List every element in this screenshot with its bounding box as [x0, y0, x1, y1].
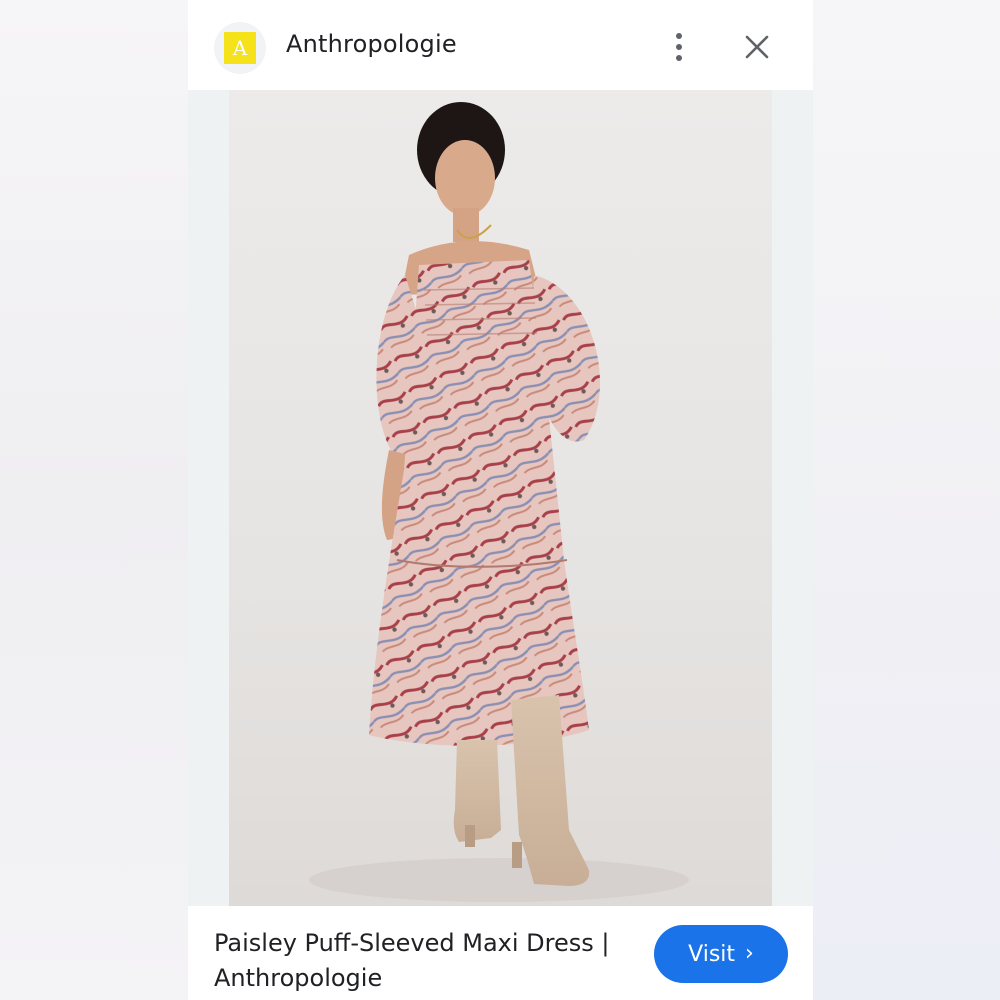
- visit-button-label: Visit: [688, 941, 736, 967]
- site-favicon: A: [214, 22, 266, 74]
- visit-button[interactable]: Visit ›: [654, 925, 788, 983]
- close-icon: [745, 35, 769, 59]
- image-preview-card: A Anthropologie Paisley Puff-Sleeved Max…: [188, 0, 813, 1000]
- left-backdrop: [0, 0, 188, 1000]
- more-options-button[interactable]: [658, 26, 700, 68]
- more-vert-icon-dot: [676, 55, 682, 61]
- close-button[interactable]: [736, 26, 778, 68]
- more-vert-icon: [676, 33, 682, 39]
- brand-logo-icon: A: [224, 32, 256, 64]
- right-backdrop: [813, 0, 1000, 1000]
- product-title[interactable]: Paisley Puff-Sleeved Maxi Dress | Anthro…: [214, 926, 624, 996]
- more-vert-icon-dot: [676, 44, 682, 50]
- image-area: [188, 90, 813, 906]
- product-image[interactable]: [229, 90, 772, 906]
- chevron-right-icon: ›: [745, 941, 754, 966]
- preview-header: A Anthropologie: [188, 0, 813, 90]
- preview-footer: Paisley Puff-Sleeved Maxi Dress | Anthro…: [188, 906, 813, 1000]
- site-name[interactable]: Anthropologie: [286, 30, 457, 58]
